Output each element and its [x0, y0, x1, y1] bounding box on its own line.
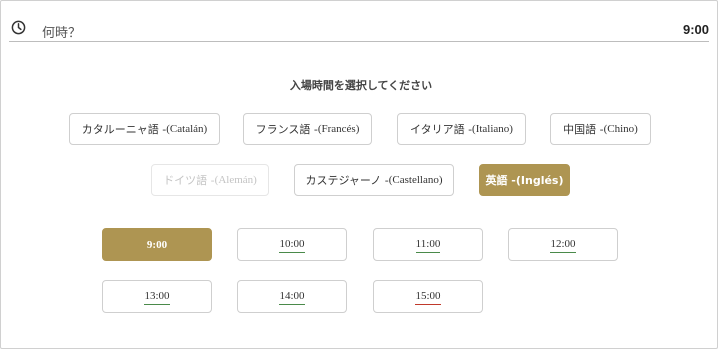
language-option-italian[interactable]: イタリア語 - (Italiano) — [397, 113, 526, 145]
time-slot-1500[interactable]: 15:00 — [373, 280, 483, 313]
language-option-chinese[interactable]: 中国語 - (Chino) — [550, 113, 651, 145]
time-slot-1300[interactable]: 13:00 — [102, 280, 212, 313]
booking-panel: 何時？ 9:00 入場時間を選択してください カタルーニャ語 - (Catalá… — [0, 0, 718, 349]
language-option-catalan[interactable]: カタルーニャ語 - (Catalán) — [69, 113, 220, 145]
time-slot-1000[interactable]: 10:00 — [237, 228, 347, 261]
time-slot-1200[interactable]: 12:00 — [508, 228, 618, 261]
language-option-french[interactable]: フランス語 - (Francés) — [243, 113, 372, 145]
time-slot-1100[interactable]: 11:00 — [373, 228, 483, 261]
select-entry-time-prompt: 入場時間を選択してください — [289, 79, 433, 92]
selected-time-value: 9:00 — [682, 22, 709, 37]
language-option-castellano[interactable]: カステジャーノ - (Castellano) — [294, 164, 454, 196]
time-question-label: 何時？ — [42, 26, 82, 41]
time-header[interactable]: 何時？ 9:00 — [9, 13, 709, 42]
clock-icon — [11, 20, 26, 35]
language-option-english[interactable]: 英語 - (Inglés) — [479, 164, 570, 196]
time-slot-0900[interactable]: 9:00 — [102, 228, 212, 261]
language-option-german: ドイツ語 - (Alemán) — [151, 164, 269, 196]
time-slot-1400[interactable]: 14:00 — [237, 280, 347, 313]
